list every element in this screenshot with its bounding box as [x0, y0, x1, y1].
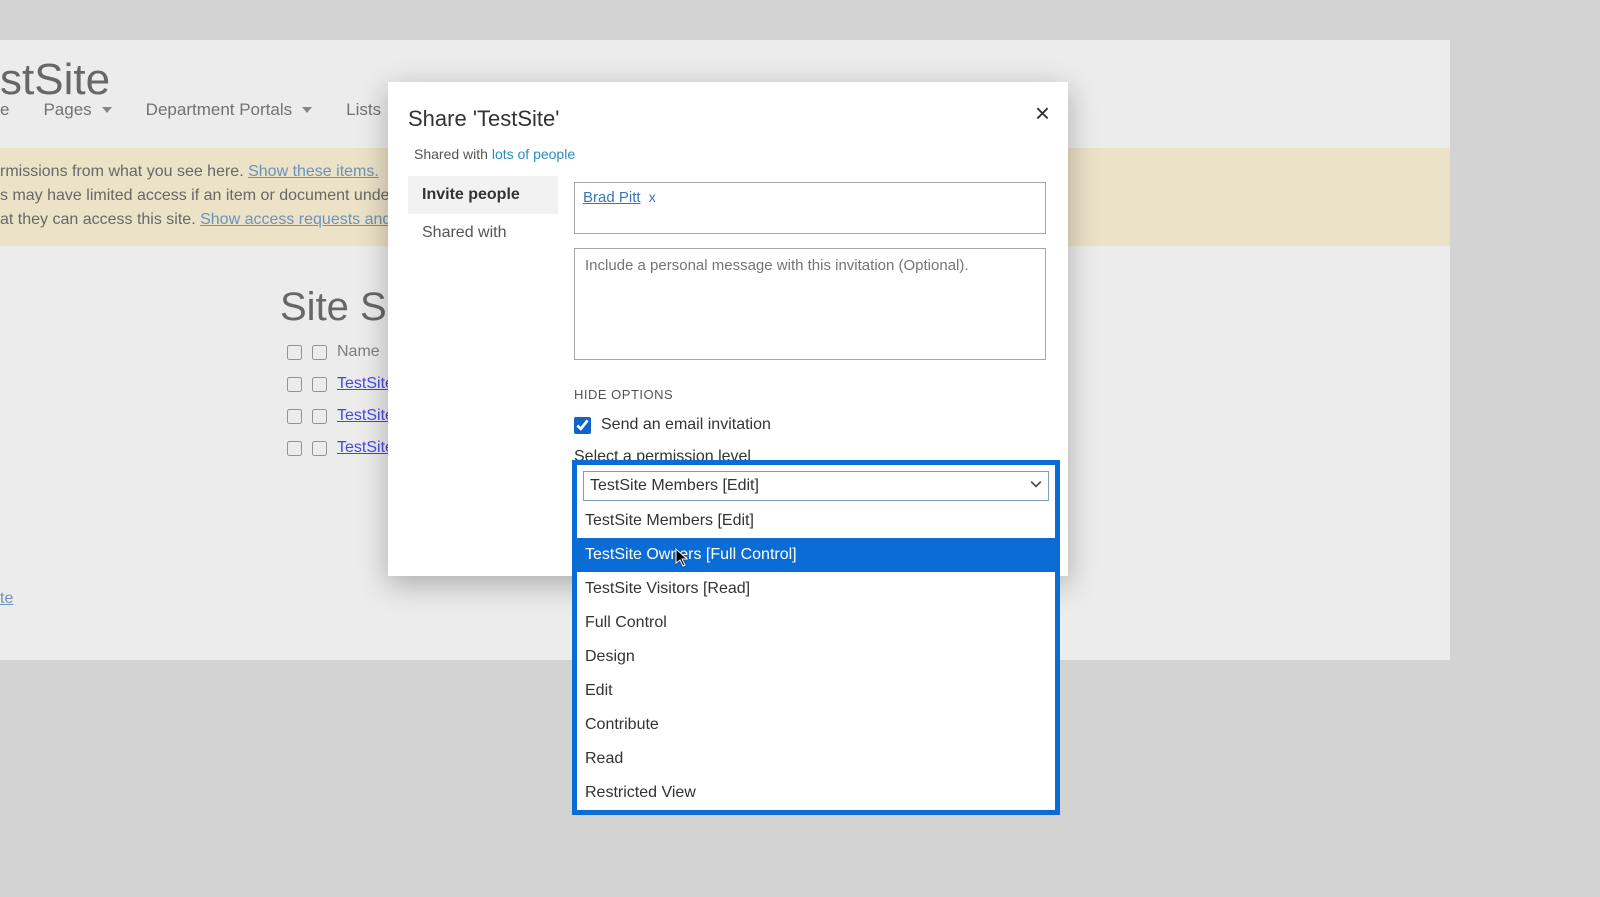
share-form: Brad Pitt x HIDE OPTIONS Send an email i… [574, 182, 1046, 466]
permission-option[interactable]: Contribute [577, 708, 1055, 742]
dialog-title: Share 'TestSite' [408, 106, 559, 132]
remove-person-icon[interactable]: x [649, 189, 656, 205]
permission-option[interactable]: TestSite Visitors [Read] [577, 572, 1055, 606]
send-email-label: Send an email invitation [601, 416, 771, 434]
permission-options-list: TestSite Members [Edit]TestSite Owners [… [577, 504, 1055, 810]
permission-option[interactable]: Restricted View [577, 776, 1055, 810]
permission-dropdown[interactable]: TestSite Members [Edit] TestSite Members… [572, 460, 1060, 815]
permission-option[interactable]: Edit [577, 674, 1055, 708]
hide-options-toggle[interactable]: HIDE OPTIONS [574, 387, 1046, 402]
close-button[interactable]: × [1035, 98, 1050, 129]
permission-select[interactable]: TestSite Members [Edit] [583, 471, 1049, 501]
send-email-checkbox[interactable] [574, 417, 591, 434]
person-chip[interactable]: Brad Pitt [583, 189, 641, 206]
dialog-tabs: Invite people Shared with [408, 176, 558, 252]
chevron-down-icon [1030, 477, 1042, 495]
permission-option[interactable]: TestSite Owners [Full Control] [577, 538, 1055, 572]
shared-with-link[interactable]: lots of people [492, 146, 575, 162]
tab-invite-people[interactable]: Invite people [408, 176, 558, 214]
shared-with-text: Shared with lots of people [414, 146, 575, 162]
permission-option[interactable]: Design [577, 640, 1055, 674]
people-picker[interactable]: Brad Pitt x [574, 182, 1046, 234]
permission-option[interactable]: Read [577, 742, 1055, 776]
message-input[interactable] [574, 248, 1046, 360]
permission-option[interactable]: TestSite Members [Edit] [577, 504, 1055, 538]
tab-shared-with[interactable]: Shared with [408, 214, 558, 252]
permission-option[interactable]: Full Control [577, 606, 1055, 640]
